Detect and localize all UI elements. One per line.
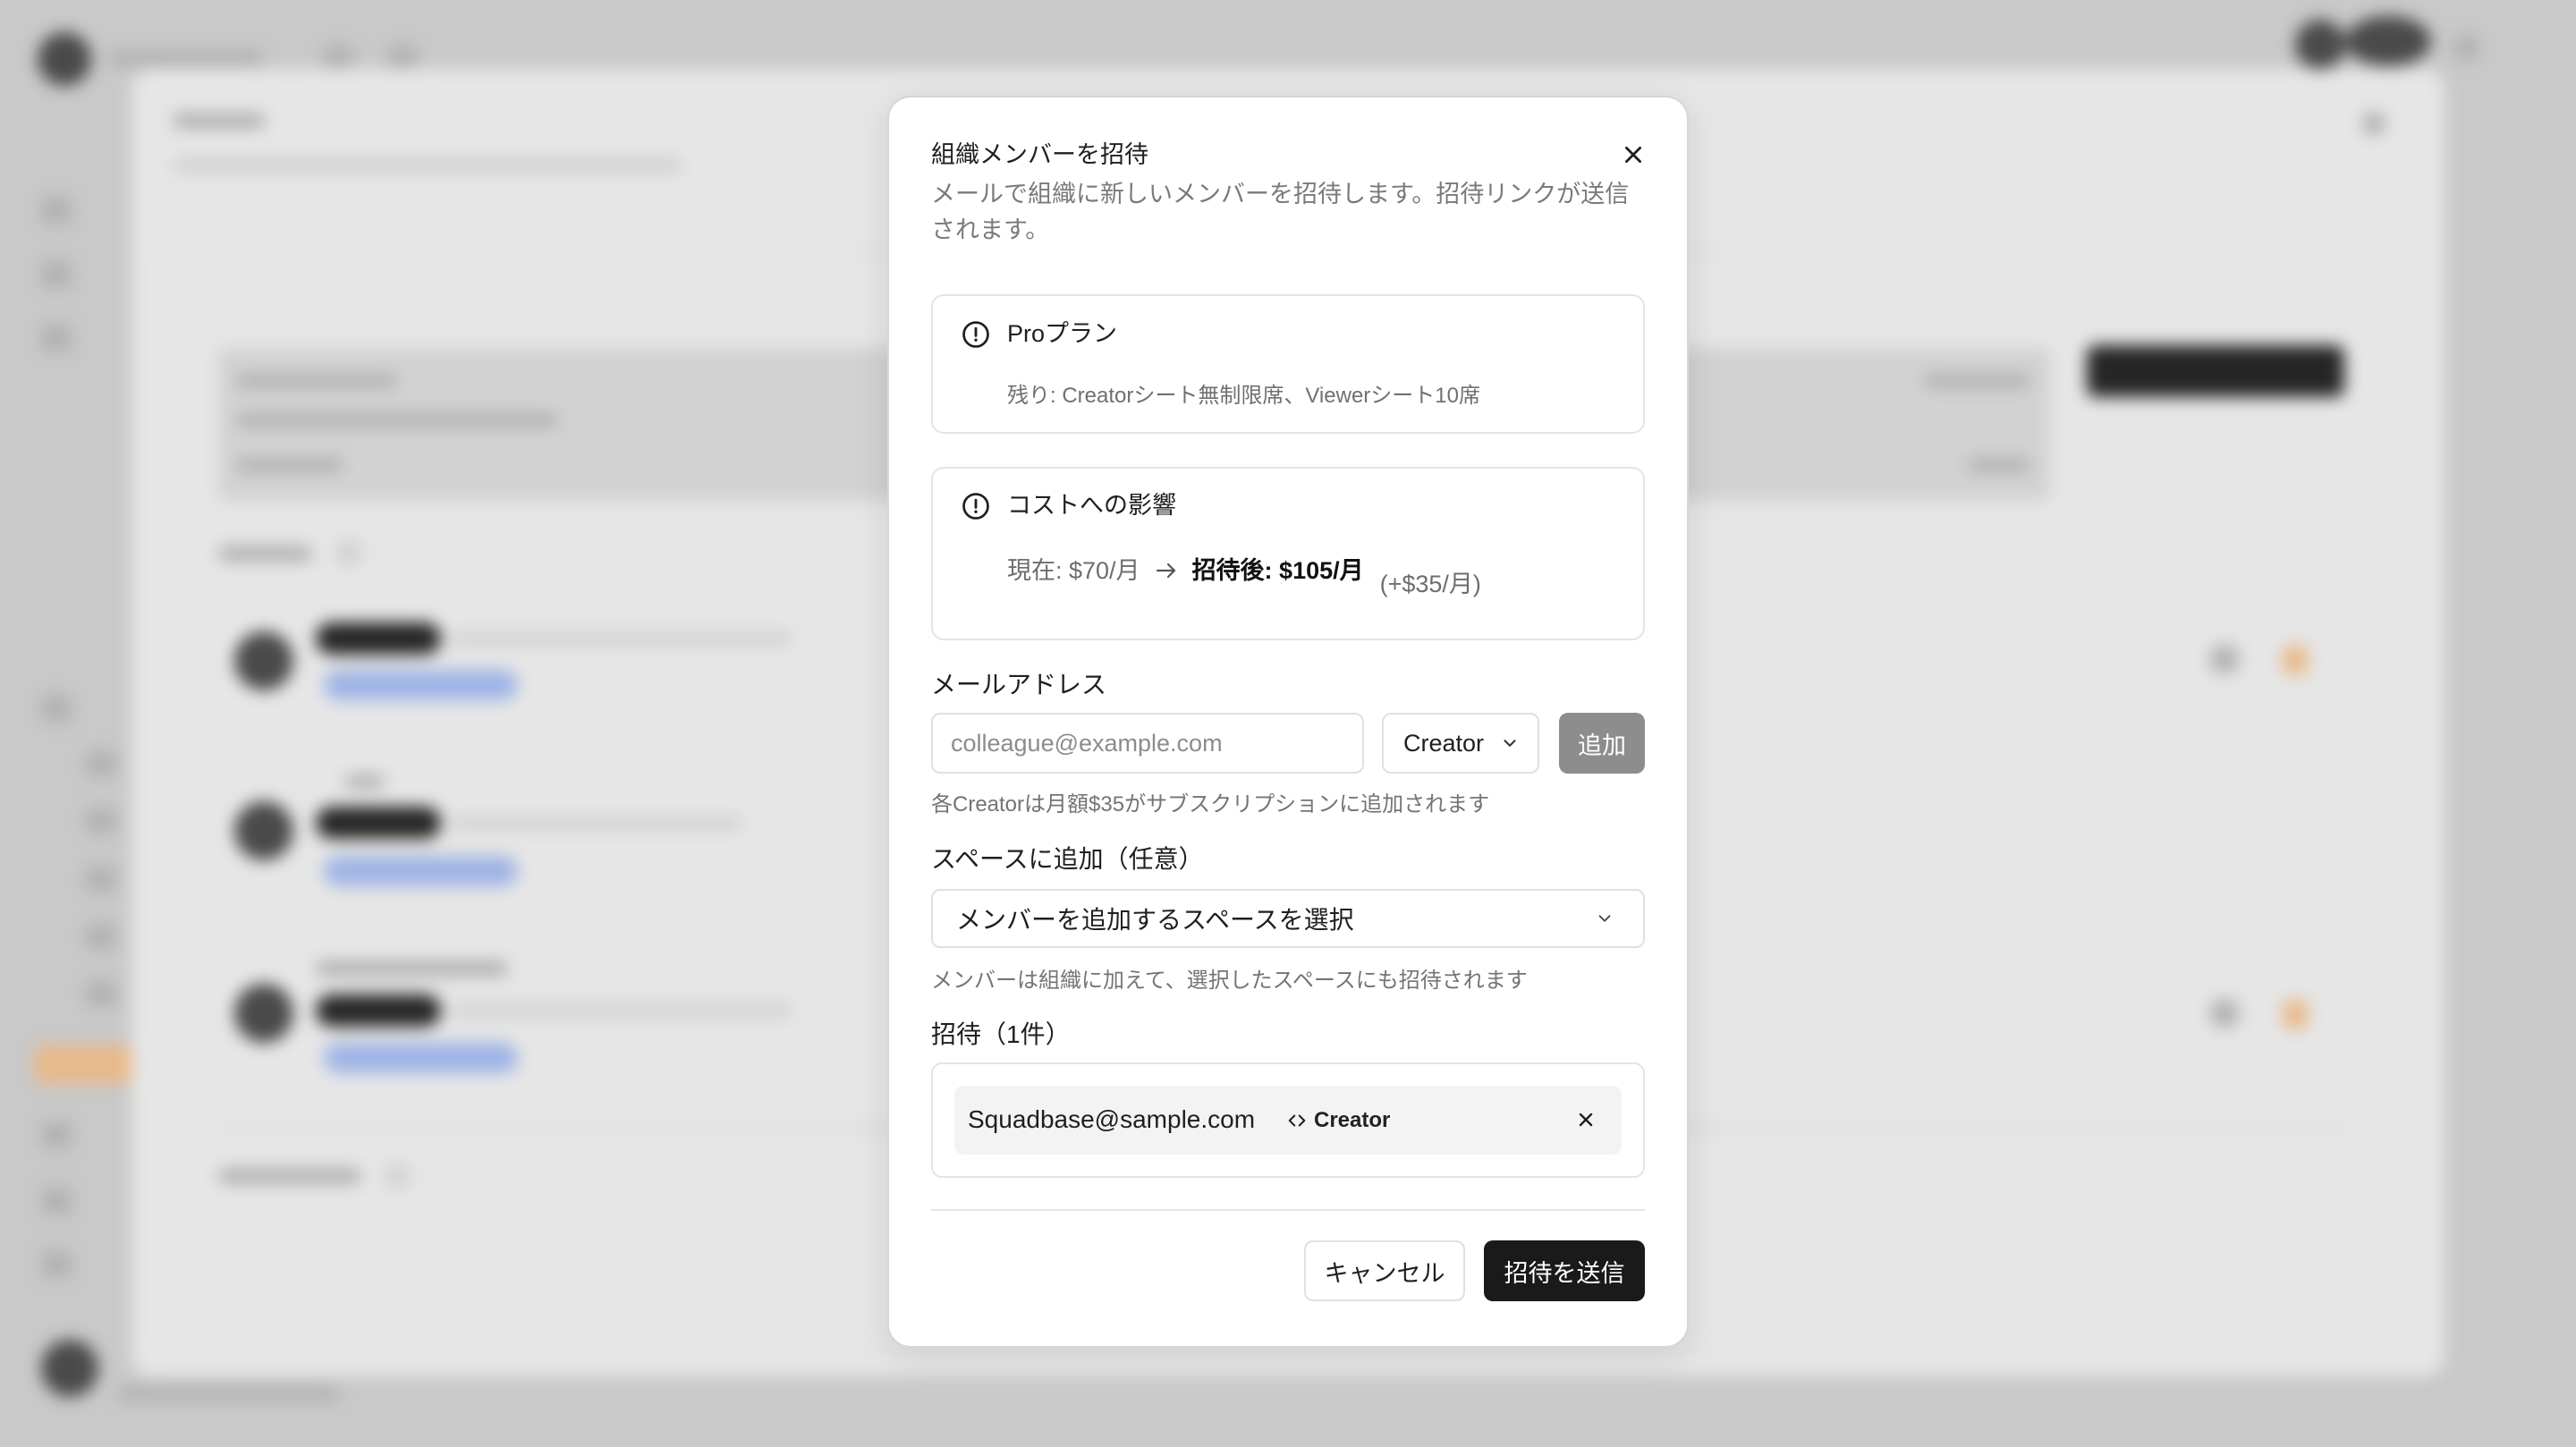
bg-sidebar-item: [41, 261, 72, 288]
bg-sidebar-item: [41, 325, 72, 351]
bg-member-badge: [316, 994, 441, 1027]
invite-role: Creator: [1287, 1105, 1390, 1136]
bg-seats-text: [236, 413, 558, 427]
bg-pending-count: [386, 1164, 410, 1188]
arrow-right-icon: [1155, 554, 1178, 587]
bg-seats-count: [1923, 374, 2030, 388]
bg-edit-icon: [2211, 646, 2238, 673]
bg-header-icon: [2453, 34, 2479, 61]
cost-comparison: 現在: $70/月 招待後: $105/月 (+$35/月): [1007, 554, 1481, 600]
bg-sidebar-item: [41, 1251, 72, 1278]
bg-delete-icon: [2283, 646, 2308, 674]
bg-sidebar-item: [41, 1188, 72, 1214]
bg-member-email: [452, 631, 792, 646]
new-cost: 招待後: $105/月: [1191, 557, 1364, 584]
bg-member-avatar: [234, 984, 293, 1043]
bg-sidebar-item-active: [34, 1045, 132, 1084]
role-select-value: Creator: [1403, 729, 1485, 757]
bg-panel-title: [173, 113, 266, 129]
bg-sidebar-item: [86, 867, 116, 892]
footer-divider: [931, 1209, 1645, 1211]
creator-cost-helper: 各Creatorは月額$35がサブスクリプションに追加されます: [931, 792, 1490, 817]
remove-invite-button[interactable]: [1572, 1105, 1600, 1134]
send-invite-button[interactable]: 招待を送信: [1484, 1240, 1645, 1301]
bg-sidebar-item: [41, 695, 72, 722]
bg-user-avatar: [41, 1340, 98, 1397]
chevron-down-icon: [1504, 740, 1516, 747]
plan-title: Proプラン: [1007, 320, 1118, 347]
bg-workspace-name: [107, 50, 264, 66]
bg-seats-text: [236, 374, 397, 388]
dialog-title: 組織メンバーを招待: [931, 141, 1148, 168]
bg-sidebar-item: [41, 1121, 72, 1148]
bg-member-name: [316, 960, 508, 977]
dialog-description: メールで組織に新しいメンバーを招待します。招待リンクが送信されます。: [931, 181, 1630, 243]
bg-sidebar-item: [41, 197, 72, 224]
bg-member-badge: [316, 622, 441, 655]
cancel-button[interactable]: キャンセル: [1304, 1240, 1465, 1301]
cost-difference: (+$35/月): [1379, 571, 1481, 597]
close-icon[interactable]: [1622, 143, 1645, 166]
bg-member-avatar: [234, 631, 293, 690]
space-label: スペースに追加（任意）: [931, 845, 1204, 873]
bg-edit-icon: [2211, 1000, 2238, 1027]
current-cost: 現在: $70/月: [1007, 557, 1140, 584]
alert-circle-icon: [962, 321, 989, 348]
close-icon[interactable]: [1575, 1109, 1597, 1130]
alert-circle-icon: [962, 493, 989, 520]
invite-role-label: Creator: [1314, 1108, 1391, 1132]
bg-sidebar-item: [86, 981, 116, 1006]
plan-card: Proプラン 残り: Creatorシート無制限席、Viewerシート10席: [931, 294, 1645, 434]
invite-list: Squadbase@sample.com Creator: [931, 1062, 1645, 1178]
email-input[interactable]: [931, 713, 1364, 774]
bg-header-avatar: [2295, 20, 2345, 70]
bg-member-avatar: [234, 801, 293, 860]
email-label: メールアドレス: [931, 671, 1107, 698]
bg-member-badge: [316, 807, 441, 839]
code-icon: [1288, 1114, 1306, 1127]
cost-impact-card: コストへの影響 現在: $70/月 招待後: $105/月 (+$35/月): [931, 467, 1645, 640]
invites-label: 招待（1件）: [931, 1020, 1071, 1048]
bg-member-name: [344, 774, 385, 789]
bg-sidebar-item: [86, 924, 116, 949]
bg-user-email: [116, 1386, 340, 1400]
space-helper: メンバーは組織に加えて、選択したスペースにも招待されます: [931, 969, 1528, 993]
bg-toolbar-button: [386, 45, 419, 70]
bg-member-role-chip: [324, 1043, 518, 1073]
bg-member-role-chip: [324, 856, 518, 886]
bg-sidebar-item: [86, 808, 116, 834]
space-select[interactable]: メンバーを追加するスペースを選択: [931, 889, 1645, 948]
close-button[interactable]: [1619, 140, 1648, 169]
role-select[interactable]: Creator: [1382, 713, 1539, 774]
space-select-placeholder: メンバーを追加するスペースを選択: [956, 906, 1354, 934]
invite-email: Squadbase@sample.com: [968, 1105, 1256, 1133]
bg-panel-subtitle: [173, 157, 682, 173]
bg-delete-icon: [2283, 1000, 2308, 1028]
cost-impact-title: コストへの影響: [1007, 492, 1176, 519]
bg-member-email: [452, 1003, 792, 1018]
invite-item: Squadbase@sample.com Creator: [954, 1086, 1622, 1155]
plan-remaining-seats: 残り: Creatorシート無制限席、Viewerシート10席: [1007, 384, 1480, 408]
bg-sidebar-item: [86, 751, 116, 776]
add-email-button[interactable]: 追加: [1559, 713, 1645, 774]
bg-member-email: [452, 816, 742, 830]
chevron-down-icon: [1598, 915, 1611, 922]
bg-seats-text: [236, 458, 343, 472]
bg-seats-count: [1968, 458, 2030, 472]
invite-member-dialog: 組織メンバーを招待 メールで組織に新しいメンバーを招待します。招待リンクが送信さ…: [887, 96, 1689, 1348]
bg-member-role-chip: [324, 670, 518, 700]
bg-invite-member-button: [2087, 345, 2344, 397]
bg-workspace-avatar: [38, 32, 91, 86]
bg-members-label: [218, 546, 312, 562]
bg-pending-label: [218, 1168, 361, 1184]
bg-panel-close: [2363, 113, 2385, 134]
bg-header-avatar: [2345, 16, 2431, 66]
bg-toolbar-button: [322, 45, 354, 70]
bg-members-count: [336, 540, 361, 565]
